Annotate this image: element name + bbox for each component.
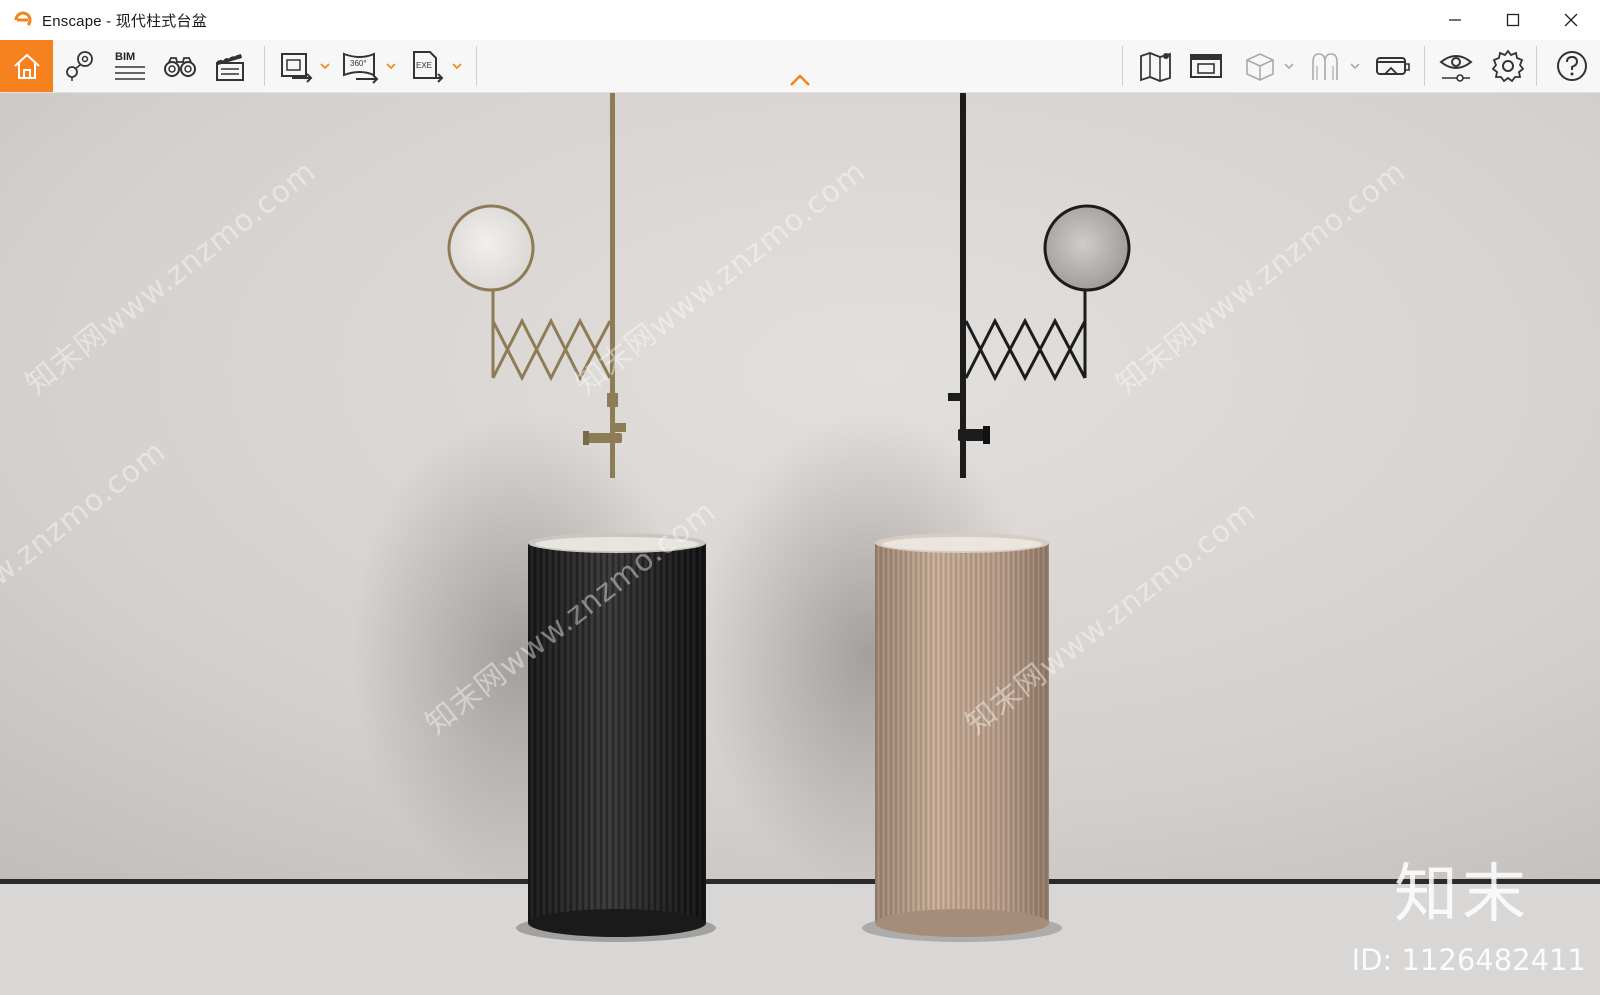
material-editor-button[interactable]: [1302, 40, 1350, 92]
visual-settings-button[interactable]: [1432, 40, 1480, 92]
web-export-icon: [1190, 54, 1222, 78]
cube-icon: [1246, 53, 1274, 81]
material-icon: [1312, 53, 1338, 80]
window-controls: [1426, 0, 1600, 40]
walk-mode-button[interactable]: [156, 40, 204, 92]
toolbar-separator: [1536, 46, 1537, 86]
binoculars-icon: [164, 57, 196, 77]
render-image-dropdown[interactable]: [318, 40, 332, 92]
video-editor-button[interactable]: [206, 40, 254, 92]
render-panorama-button[interactable]: 360°: [336, 40, 384, 92]
brand-logo: 知末: [1394, 858, 1530, 932]
collapse-toolbar-button[interactable]: [786, 70, 814, 90]
views-button[interactable]: [56, 40, 104, 92]
clapperboard-icon: [216, 52, 244, 81]
minimize-icon: [1449, 19, 1461, 21]
export-exe-dropdown[interactable]: [450, 40, 464, 92]
wood-pedestal-basin: [862, 533, 1062, 942]
chevron-down-icon: [452, 63, 462, 70]
image-export-icon: [281, 53, 313, 83]
chevron-down-icon: [320, 63, 330, 70]
map-icon: [1140, 52, 1171, 82]
settings-button[interactable]: [1484, 40, 1532, 92]
eye-icon: [1439, 55, 1473, 82]
home-icon: [13, 53, 40, 79]
svg-text:360°: 360°: [350, 59, 367, 68]
web-standalone-button[interactable]: [1182, 40, 1230, 92]
asset-library-button[interactable]: [1236, 40, 1284, 92]
chevron-down-icon: [1350, 63, 1360, 70]
enscape-logo-icon: [14, 11, 32, 27]
svg-text:EXE: EXE: [416, 61, 432, 70]
chevron-down-icon: [386, 63, 396, 70]
svg-text:BIM: BIM: [115, 51, 135, 63]
minimize-button[interactable]: [1426, 0, 1484, 40]
vr-button[interactable]: [1368, 40, 1416, 92]
maximize-icon: [1506, 13, 1520, 27]
bim-icon: BIM: [115, 51, 145, 80]
window-title: Enscape - 现代柱式台盆: [42, 12, 207, 30]
toolbar-separator: [1424, 46, 1425, 86]
render-viewport[interactable]: 知末网www.znzmo.com 知末网www.znzmo.com 知末网www…: [0, 93, 1600, 995]
bim-button[interactable]: BIM: [106, 40, 154, 92]
toolbar-separator: [264, 46, 265, 86]
close-icon: [1564, 13, 1578, 27]
render-image-button[interactable]: [272, 40, 320, 92]
map-pin-icon: [66, 51, 93, 81]
map-button[interactable]: [1132, 40, 1180, 92]
render-panorama-dropdown[interactable]: [384, 40, 398, 92]
help-button[interactable]: [1548, 40, 1596, 92]
image-id-label: ID: 1126482411: [1351, 943, 1586, 977]
vr-headset-icon: [1376, 57, 1410, 75]
toolbar-separator: [1122, 46, 1123, 86]
export-exe-button[interactable]: EXE: [402, 40, 450, 92]
close-button[interactable]: [1542, 0, 1600, 40]
asset-library-dropdown[interactable]: [1282, 40, 1296, 92]
gear-icon: [1491, 49, 1525, 83]
exe-export-icon: EXE: [413, 51, 444, 83]
toolbar-separator: [476, 46, 477, 86]
chevron-up-icon: [790, 74, 810, 86]
material-editor-dropdown[interactable]: [1348, 40, 1362, 92]
chevron-down-icon: [1284, 63, 1294, 70]
home-button[interactable]: [0, 40, 53, 92]
panorama-export-icon: 360°: [343, 52, 379, 84]
title-bar: Enscape - 现代柱式台盆: [0, 0, 1600, 40]
maximize-button[interactable]: [1484, 0, 1542, 40]
help-icon: [1557, 51, 1587, 81]
